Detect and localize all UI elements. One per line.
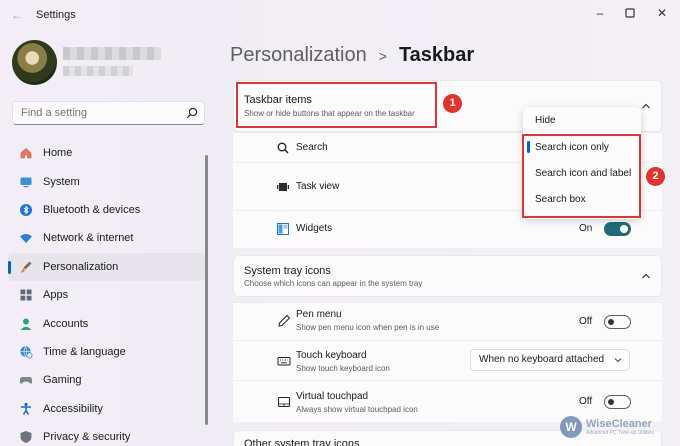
brush-icon: [19, 260, 33, 274]
title-bar: ← Settings – ✕: [0, 0, 680, 30]
sidebar-item-personalization[interactable]: Personalization: [8, 252, 205, 281]
pen-icon: [278, 314, 291, 327]
sidebar-item-time-language[interactable]: Time & language: [8, 338, 205, 366]
sidebar-item-gaming[interactable]: Gaming: [8, 366, 205, 394]
flyout-option-hide[interactable]: Hide: [535, 115, 556, 126]
widgets-icon: [277, 223, 289, 235]
pen-menu-toggle[interactable]: [604, 315, 631, 329]
row-label: Pen menu: [296, 309, 342, 320]
task-view-icon: [277, 183, 289, 191]
row-description: Show pen menu icon when pen is in use: [296, 323, 440, 332]
sidebar-scrollbar[interactable]: [205, 155, 208, 425]
annotation-box-1: [236, 82, 437, 128]
watermark-logo: W: [560, 416, 582, 438]
home-icon: [19, 146, 33, 160]
sidebar-item-system[interactable]: System: [8, 167, 205, 195]
close-icon[interactable]: ✕: [650, 4, 674, 22]
wifi-icon: [19, 231, 33, 245]
account-name-blurred: [63, 47, 161, 60]
shield-icon: [19, 430, 33, 444]
sidebar-item-apps[interactable]: Apps: [8, 281, 205, 309]
row-label: Touch keyboard: [296, 350, 367, 361]
account-email-blurred: [63, 66, 133, 76]
search-icon[interactable]: [186, 107, 198, 119]
breadcrumb: Personalization > Taskbar: [230, 44, 474, 67]
system-tray-header[interactable]: System tray icons Choose which icons can…: [233, 255, 662, 297]
sidebar-item-label: Bluetooth & devices: [43, 203, 141, 216]
sidebar-item-label: Time & language: [43, 345, 126, 358]
sidebar-item-home[interactable]: Home: [8, 139, 205, 167]
page-title: Taskbar: [398, 44, 475, 66]
sidebar-item-label: Apps: [43, 289, 69, 302]
sidebar-item-label: System: [43, 175, 80, 188]
minimize-icon[interactable]: –: [588, 4, 612, 22]
watermark-name: WiseCleaner: [586, 417, 652, 430]
chevron-up-icon[interactable]: [641, 272, 651, 280]
chevron-up-icon[interactable]: [641, 102, 651, 110]
back-arrow-icon[interactable]: ←: [8, 7, 26, 23]
row-label: Widgets: [296, 223, 333, 234]
sidebar-item-label: Privacy & security: [43, 431, 131, 444]
sidebar-item-accessibility[interactable]: Accessibility: [8, 395, 205, 423]
virtual-touchpad-toggle[interactable]: [604, 395, 631, 409]
search-box[interactable]: [12, 101, 205, 125]
sidebar-item-label: Personalization: [43, 260, 119, 273]
window-title: Settings: [36, 9, 76, 21]
sidebar-item-accounts[interactable]: Accounts: [8, 309, 205, 337]
search-input[interactable]: [13, 102, 173, 124]
sidebar-item-label: Network & internet: [43, 232, 134, 245]
toggle-state-label: Off: [579, 316, 593, 327]
row-label: Virtual touchpad: [296, 391, 369, 402]
breadcrumb-parent[interactable]: Personalization: [230, 44, 367, 67]
sidebar-item-bluetooth[interactable]: Bluetooth & devices: [8, 196, 205, 224]
section-title: Other system tray icons: [244, 438, 360, 446]
section-subtitle: Choose which icons can appear in the sys…: [244, 279, 423, 288]
active-indicator: [8, 260, 11, 274]
apps-icon: [19, 288, 33, 302]
touch-keyboard-dropdown[interactable]: When no keyboard attached: [470, 349, 630, 371]
breadcrumb-separator: >: [378, 47, 387, 64]
watermark: W WiseCleaner Advanced PC Tune-up Utilit…: [560, 416, 654, 438]
annotation-badge-1: 1: [443, 94, 462, 113]
sidebar-item-label: Gaming: [43, 374, 82, 387]
row-label: Task view: [296, 181, 340, 192]
section-title: System tray icons: [244, 265, 331, 277]
watermark-tagline: Advanced PC Tune-up Utilities: [586, 429, 654, 436]
widgets-toggle[interactable]: [604, 222, 631, 236]
row-description: Always show virtual touchpad icon: [296, 405, 418, 414]
toggle-state-label: Off: [579, 396, 593, 407]
sidebar-nav: Home System Bluetooth & devices Network …: [8, 139, 205, 446]
chevron-down-icon: [614, 358, 622, 363]
sidebar-item-label: Home: [43, 147, 73, 160]
person-icon: [19, 317, 33, 331]
search-icon: [277, 142, 289, 154]
row-description: Show touch keyboard icon: [296, 364, 390, 373]
setting-row-pen-menu[interactable]: Pen menu Show pen menu icon when pen is …: [233, 302, 662, 340]
accessibility-icon: [19, 402, 33, 416]
sidebar-item-network[interactable]: Network & internet: [8, 224, 205, 252]
globe-clock-icon: [19, 345, 33, 359]
toggle-state-label: On: [579, 223, 593, 234]
touchpad-icon: [278, 397, 290, 407]
system-icon: [19, 175, 33, 189]
row-label: Search: [296, 142, 328, 153]
keyboard-icon: [277, 357, 291, 366]
maximize-icon[interactable]: [618, 4, 642, 22]
dropdown-value: When no keyboard attached: [479, 354, 605, 365]
annotation-badge-2: 2: [646, 167, 665, 186]
sidebar-item-privacy[interactable]: Privacy & security: [8, 423, 205, 446]
avatar[interactable]: [12, 40, 57, 85]
bluetooth-icon: [19, 203, 33, 217]
sidebar-item-label: Accessibility: [43, 402, 103, 415]
sidebar-item-label: Accounts: [43, 317, 89, 330]
annotation-box-2: [522, 134, 641, 218]
gamepad-icon: [19, 373, 33, 387]
